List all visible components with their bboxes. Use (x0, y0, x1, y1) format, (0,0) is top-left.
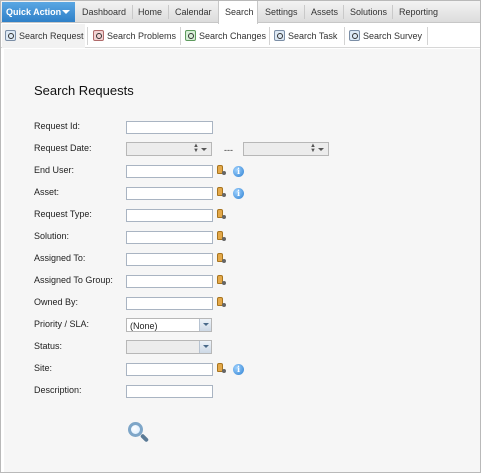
solution-input[interactable] (126, 231, 213, 244)
search-form-panel: Search Requests Request Id: Request Date… (4, 49, 480, 472)
tab-divider (269, 27, 270, 45)
owned-by-label: Owned By: (34, 297, 79, 307)
nav-dashboard[interactable]: Dashboard (82, 1, 126, 23)
request-date-to-picker[interactable]: ▲ ▼ (243, 142, 329, 156)
tab-label: Search Changes (199, 31, 267, 41)
priority-sla-label: Priority / SLA: (34, 319, 90, 329)
search-problems-icon (93, 30, 104, 41)
quick-action-label: Quick Action (6, 7, 62, 17)
assigned-to-input[interactable] (126, 253, 213, 266)
owned-by-input[interactable] (126, 297, 213, 310)
request-type-input[interactable] (126, 209, 213, 222)
site-label: Site: (34, 363, 53, 373)
quick-action-button[interactable]: Quick Action (2, 2, 75, 22)
nav-solutions[interactable]: Solutions (350, 1, 387, 23)
chevron-down-icon (318, 148, 324, 151)
lookup-icon[interactable] (216, 363, 226, 374)
tab-search-survey[interactable]: Search Survey (346, 24, 426, 48)
search-button[interactable] (126, 421, 150, 445)
nav-settings[interactable]: Settings (265, 1, 298, 23)
search-survey-icon (349, 30, 360, 41)
assigned-to-group-label: Assigned To Group: (34, 275, 113, 285)
request-date-label: Request Date: (34, 143, 92, 153)
tab-search-problems[interactable]: Search Problems (90, 24, 178, 48)
request-date-from-picker[interactable]: ▲ ▼ (126, 142, 212, 156)
lookup-icon[interactable] (216, 209, 226, 220)
request-id-label: Request Id: (34, 121, 81, 131)
spinner-arrows-icon: ▲ ▼ (310, 143, 316, 154)
chevron-down-icon (199, 341, 211, 353)
lookup-icon[interactable] (216, 231, 226, 242)
tab-divider (344, 27, 345, 45)
info-icon[interactable]: i (233, 364, 244, 375)
status-select[interactable] (126, 340, 212, 354)
search-task-icon (274, 30, 285, 41)
tab-search-changes[interactable]: Search Changes (182, 24, 268, 48)
request-type-label: Request Type: (34, 209, 92, 219)
tab-divider (427, 27, 428, 45)
assigned-to-group-input[interactable] (126, 275, 213, 288)
lookup-icon[interactable] (216, 297, 226, 308)
lookup-icon[interactable] (216, 253, 226, 264)
search-request-icon (5, 30, 16, 41)
chevron-down-icon (199, 319, 211, 331)
tab-search-request[interactable]: Search Request (2, 24, 85, 48)
nav-reporting[interactable]: Reporting (399, 1, 438, 23)
end-user-label: End User: (34, 165, 75, 175)
chevron-down-icon (201, 148, 207, 151)
priority-sla-value: (None) (130, 321, 158, 331)
date-range-separator: --- (224, 145, 233, 155)
request-id-input[interactable] (126, 121, 213, 134)
info-icon[interactable]: i (233, 166, 244, 177)
nav-search[interactable]: Search (218, 1, 258, 24)
tab-label: Search Survey (363, 31, 423, 41)
description-label: Description: (34, 385, 82, 395)
nav-divider (343, 5, 344, 19)
tab-divider (180, 27, 181, 45)
description-input[interactable] (126, 385, 213, 398)
nav-divider (392, 5, 393, 19)
tab-label: Search Task (288, 31, 338, 41)
lookup-icon[interactable] (216, 187, 226, 198)
end-user-input[interactable] (126, 165, 213, 178)
nav-divider (132, 5, 133, 19)
nav-divider (168, 5, 169, 19)
tab-search-task[interactable]: Search Task (271, 24, 343, 48)
priority-sla-select[interactable]: (None) (126, 318, 212, 332)
lookup-icon[interactable] (216, 165, 226, 176)
app-frame: Quick Action Dashboard Home Calendar Sea… (0, 0, 481, 473)
solution-label: Solution: (34, 231, 70, 241)
nav-divider (304, 5, 305, 19)
magnifier-handle (139, 433, 150, 443)
tab-label: Search Problems (107, 31, 177, 41)
info-icon[interactable]: i (233, 188, 244, 199)
status-label: Status: (34, 341, 63, 351)
assigned-to-label: Assigned To: (34, 253, 86, 263)
tab-label: Search Request (19, 31, 84, 41)
lookup-icon[interactable] (216, 275, 226, 286)
asset-label: Asset: (34, 187, 60, 197)
nav-calendar[interactable]: Calendar (175, 1, 212, 23)
search-subnav: Search Request Search Problems Search Ch… (1, 24, 480, 48)
nav-home[interactable]: Home (138, 1, 162, 23)
asset-input[interactable] (126, 187, 213, 200)
tab-divider (87, 27, 88, 45)
site-input[interactable] (126, 363, 213, 376)
nav-assets[interactable]: Assets (311, 1, 338, 23)
page-title: Search Requests (34, 83, 134, 98)
chevron-down-icon (62, 10, 70, 14)
spinner-arrows-icon: ▲ ▼ (193, 143, 199, 154)
search-changes-icon (185, 30, 196, 41)
top-nav: Quick Action Dashboard Home Calendar Sea… (1, 1, 480, 24)
